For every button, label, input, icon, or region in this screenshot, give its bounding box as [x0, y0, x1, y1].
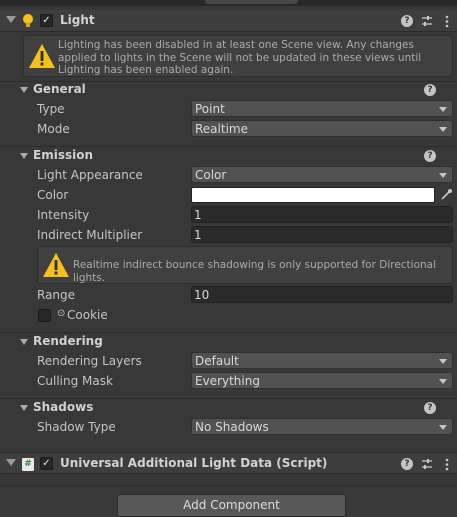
script-enabled-checkbox[interactable]: ✓	[40, 457, 53, 470]
chevron-down-icon	[439, 107, 447, 112]
section-divider	[0, 485, 457, 486]
warning-icon	[29, 44, 55, 68]
shadow-type-dropdown[interactable]: No Shadows	[191, 418, 453, 435]
section-divider	[0, 398, 457, 399]
intensity-value: 1	[194, 208, 202, 222]
chevron-down-icon	[439, 173, 447, 178]
light-enabled-checkbox[interactable]: ✓	[40, 14, 53, 27]
eyedropper-icon[interactable]	[440, 188, 453, 201]
color-swatch[interactable]	[191, 187, 435, 203]
rendering-layers-label: Rendering Layers	[37, 354, 142, 368]
culling-mask-dropdown[interactable]: Everything	[191, 372, 453, 389]
indirect-shadowing-warning: Realtime indirect bounce shadowing is on…	[37, 246, 453, 284]
range-field[interactable]: 10	[191, 286, 453, 303]
chevron-down-icon	[439, 379, 447, 384]
component-title: Universal Additional Light Data (Script)	[60, 456, 328, 470]
color-label: Color	[37, 188, 69, 202]
type-dropdown[interactable]: Point	[191, 100, 453, 117]
fold-arrow-icon[interactable]	[6, 16, 16, 23]
sliders-icon[interactable]	[421, 458, 433, 470]
warning-text: Lighting has been disabled in at least o…	[58, 39, 422, 76]
rendering-fold-icon[interactable]	[20, 339, 28, 345]
chevron-down-icon	[439, 425, 447, 430]
kebab-menu-icon[interactable]	[444, 15, 450, 28]
help-icon[interactable]: ?	[401, 458, 413, 470]
lighting-disabled-warning: Lighting has been disabled in at least o…	[23, 35, 453, 77]
add-component-button[interactable]: Add Component	[117, 494, 346, 517]
help-icon[interactable]: ?	[424, 150, 436, 162]
general-section-title[interactable]: General	[33, 82, 86, 96]
shadows-section-title[interactable]: Shadows	[33, 400, 93, 414]
additional-light-data-header[interactable]: # ✓ Universal Additional Light Data (Scr…	[0, 452, 457, 474]
section-divider	[0, 146, 457, 147]
mode-label: Mode	[37, 122, 70, 136]
chevron-down-icon	[439, 127, 447, 132]
chevron-down-icon	[439, 359, 447, 364]
fold-arrow-icon[interactable]	[6, 459, 16, 466]
mode-value: Realtime	[195, 122, 248, 136]
section-divider	[0, 332, 457, 333]
indirect-multiplier-label: Indirect Multiplier	[37, 228, 143, 242]
target-circle-icon: ⊙	[57, 308, 66, 319]
indirect-multiplier-value: 1	[194, 228, 202, 242]
rendering-layers-dropdown[interactable]: Default	[191, 352, 453, 369]
help-icon[interactable]: ?	[401, 15, 413, 27]
top-strip	[0, 0, 457, 6]
previous-component-edge	[205, 0, 298, 4]
component-title: Light	[60, 13, 95, 27]
shadow-type-value: No Shadows	[195, 420, 269, 434]
warning-text: Realtime indirect bounce shadowing is on…	[73, 259, 437, 284]
indirect-multiplier-field[interactable]: 1	[191, 226, 453, 243]
light-component-header[interactable]: ✓ Light ?	[0, 10, 457, 32]
script-icon: #	[22, 458, 34, 471]
rendering-layers-value: Default	[195, 354, 239, 368]
range-value: 10	[194, 288, 210, 302]
light-appearance-label: Light Appearance	[37, 168, 143, 182]
intensity-label: Intensity	[37, 208, 90, 222]
general-fold-icon[interactable]	[20, 87, 28, 93]
lightbulb-icon	[23, 14, 33, 27]
light-appearance-dropdown[interactable]: Color	[191, 166, 453, 183]
intensity-field[interactable]: 1	[191, 206, 453, 223]
range-label: Range	[37, 288, 76, 302]
help-icon[interactable]: ?	[424, 402, 436, 414]
culling-mask-label: Culling Mask	[37, 374, 113, 388]
emission-section-title[interactable]: Emission	[33, 148, 93, 162]
shadow-type-label: Shadow Type	[37, 420, 116, 434]
kebab-menu-icon[interactable]	[444, 458, 450, 471]
cookie-label: Cookie	[67, 308, 108, 322]
emission-fold-icon[interactable]	[20, 153, 28, 159]
type-label: Type	[37, 102, 65, 116]
type-value: Point	[195, 102, 225, 116]
sliders-icon[interactable]	[421, 15, 433, 27]
rendering-section-title[interactable]: Rendering	[33, 334, 103, 348]
cookie-checkbox[interactable]	[38, 309, 51, 322]
help-icon[interactable]: ?	[424, 84, 436, 96]
mode-dropdown[interactable]: Realtime	[191, 120, 453, 137]
warning-icon	[43, 253, 69, 277]
light-appearance-value: Color	[195, 168, 227, 182]
culling-mask-value: Everything	[195, 374, 260, 388]
shadows-fold-icon[interactable]	[20, 405, 28, 411]
